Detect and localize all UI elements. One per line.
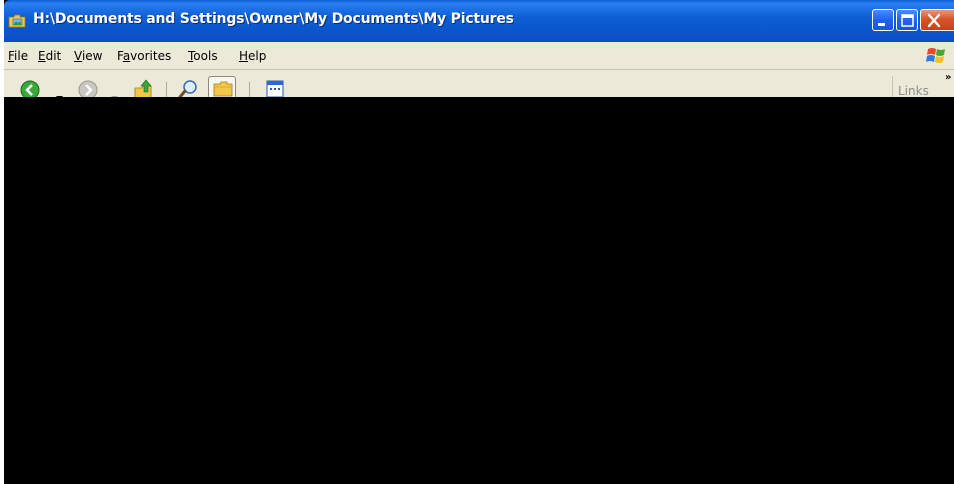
views-dropdown-icon[interactable]	[293, 88, 300, 97]
folders-button[interactable]	[208, 76, 236, 97]
maximize-button[interactable]	[896, 9, 918, 31]
menu-bar: File Edit View Favorites Tools Help	[4, 42, 954, 70]
back-dropdown-icon[interactable]	[56, 86, 63, 97]
forward-arrow-icon[interactable]	[78, 80, 98, 97]
menu-favorites[interactable]: Favorites	[117, 49, 171, 63]
close-icon	[927, 13, 941, 28]
window-title: H:\Documents and Settings\Owner\My Docum…	[33, 11, 514, 27]
title-bar[interactable]: H:\Documents and Settings\Owner\My Docum…	[4, 0, 954, 42]
up-folder-icon[interactable]	[132, 78, 154, 97]
search-icon[interactable]	[178, 78, 200, 97]
menu-view[interactable]: View	[74, 49, 102, 63]
folders-icon	[213, 80, 233, 97]
minimize-button[interactable]	[872, 9, 894, 31]
back-arrow-icon[interactable]	[20, 80, 40, 97]
standard-toolbar: Links »	[4, 70, 954, 97]
menu-edit[interactable]: Edit	[38, 49, 61, 63]
windows-flag-icon	[924, 43, 950, 69]
content-area	[4, 97, 954, 484]
toolbar-chevron[interactable]: »	[945, 72, 951, 83]
minimize-icon	[878, 23, 885, 26]
links-label[interactable]: Links	[898, 84, 929, 97]
close-button[interactable]	[920, 9, 954, 31]
toolbar-separator	[249, 82, 250, 97]
menu-help[interactable]: Help	[239, 49, 266, 63]
menu-file[interactable]: File	[8, 49, 28, 63]
toolbar-separator	[166, 82, 167, 97]
links-divider	[892, 76, 893, 97]
explorer-window: H:\Documents and Settings\Owner\My Docum…	[4, 0, 954, 484]
folder-pictures-icon	[8, 13, 26, 28]
maximize-icon	[901, 14, 914, 27]
menu-tools[interactable]: Tools	[188, 49, 218, 63]
views-icon[interactable]	[266, 80, 288, 97]
forward-dropdown-icon[interactable]	[111, 86, 118, 97]
